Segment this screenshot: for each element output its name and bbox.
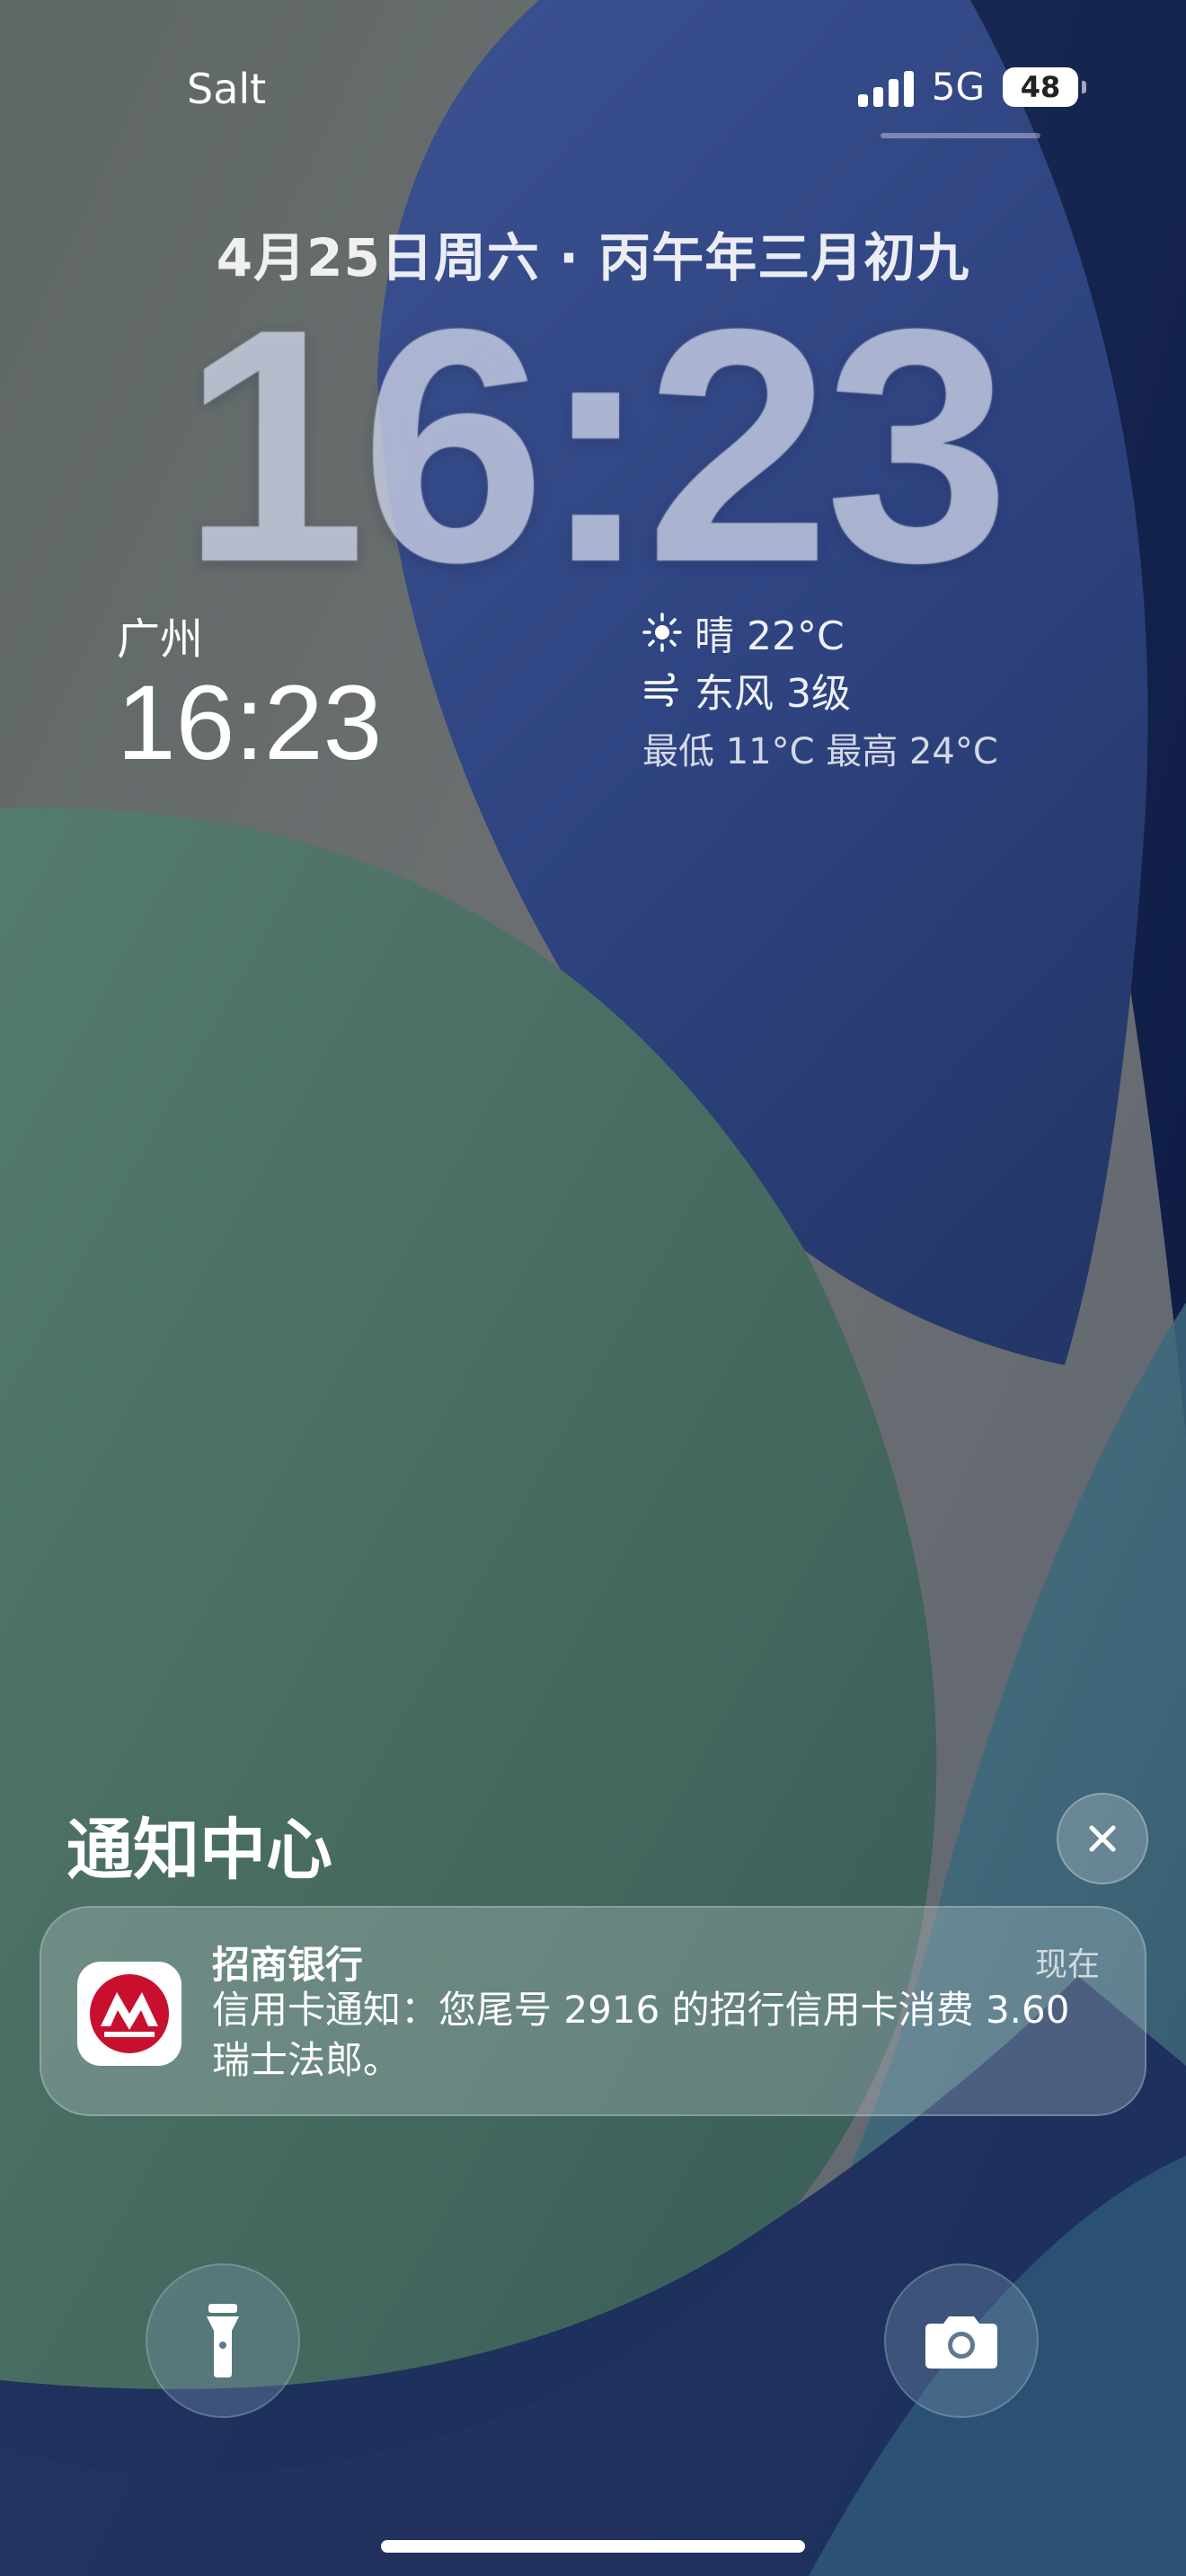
notification-card[interactable]: 招商银行 现在 信用卡通知：您尾号 2916 的招行信用卡消费 3.60 瑞士法… [40, 1906, 1146, 2116]
notification-center-title: 通知中心 [66, 1812, 332, 1889]
world-clock-city: 广州 [117, 614, 204, 665]
camera-button[interactable] [884, 2263, 1039, 2418]
battery-level: 48 [1020, 69, 1061, 104]
clear-notifications-button[interactable] [1057, 1793, 1148, 1884]
world-clock-time: 16:23 [117, 664, 383, 782]
status-bar-indicator [881, 133, 1040, 138]
notification-time: 现在 [1034, 1946, 1100, 1983]
notification-message: 信用卡通知：您尾号 2916 的招行信用卡消费 3.60 瑞士法郎。 [212, 1988, 1070, 2082]
cmb-logo-icon [90, 1974, 169, 2053]
lock-screen: Salt 5G 48 4月25日周六 · 丙午年三月初九 16:23 广州 16… [0, 0, 1186, 2576]
wind-icon [644, 673, 678, 707]
home-indicator[interactable] [381, 2540, 805, 2553]
camera-icon [925, 2316, 997, 2369]
world-clock-widget[interactable]: 广州 16:23 [117, 604, 382, 776]
status-indicators: 5G 48 [857, 65, 1086, 109]
weather-condition: 晴 22°C [695, 613, 845, 659]
carrier-name: Salt [187, 65, 267, 113]
weather-wind: 东风 3级 [695, 671, 851, 717]
flashlight-button[interactable] [146, 2263, 300, 2418]
lock-time[interactable]: 16:23 [0, 280, 1186, 613]
network-type: 5G [931, 65, 985, 109]
weather-widget[interactable]: 晴 22°C 东风 3级 最低 11°C 最高 24°C [642, 604, 998, 774]
weather-temperature-range: 最低 11°C 最高 24°C [642, 731, 998, 772]
cmb-bank-app-icon [77, 1962, 181, 2066]
close-icon [1089, 1825, 1116, 1852]
battery-icon: 48 [1003, 66, 1086, 107]
flashlight-icon [207, 2304, 239, 2378]
notification-app-name: 招商银行 [212, 1943, 364, 1987]
cellular-signal-icon [857, 67, 914, 107]
sun-icon [642, 613, 682, 652]
